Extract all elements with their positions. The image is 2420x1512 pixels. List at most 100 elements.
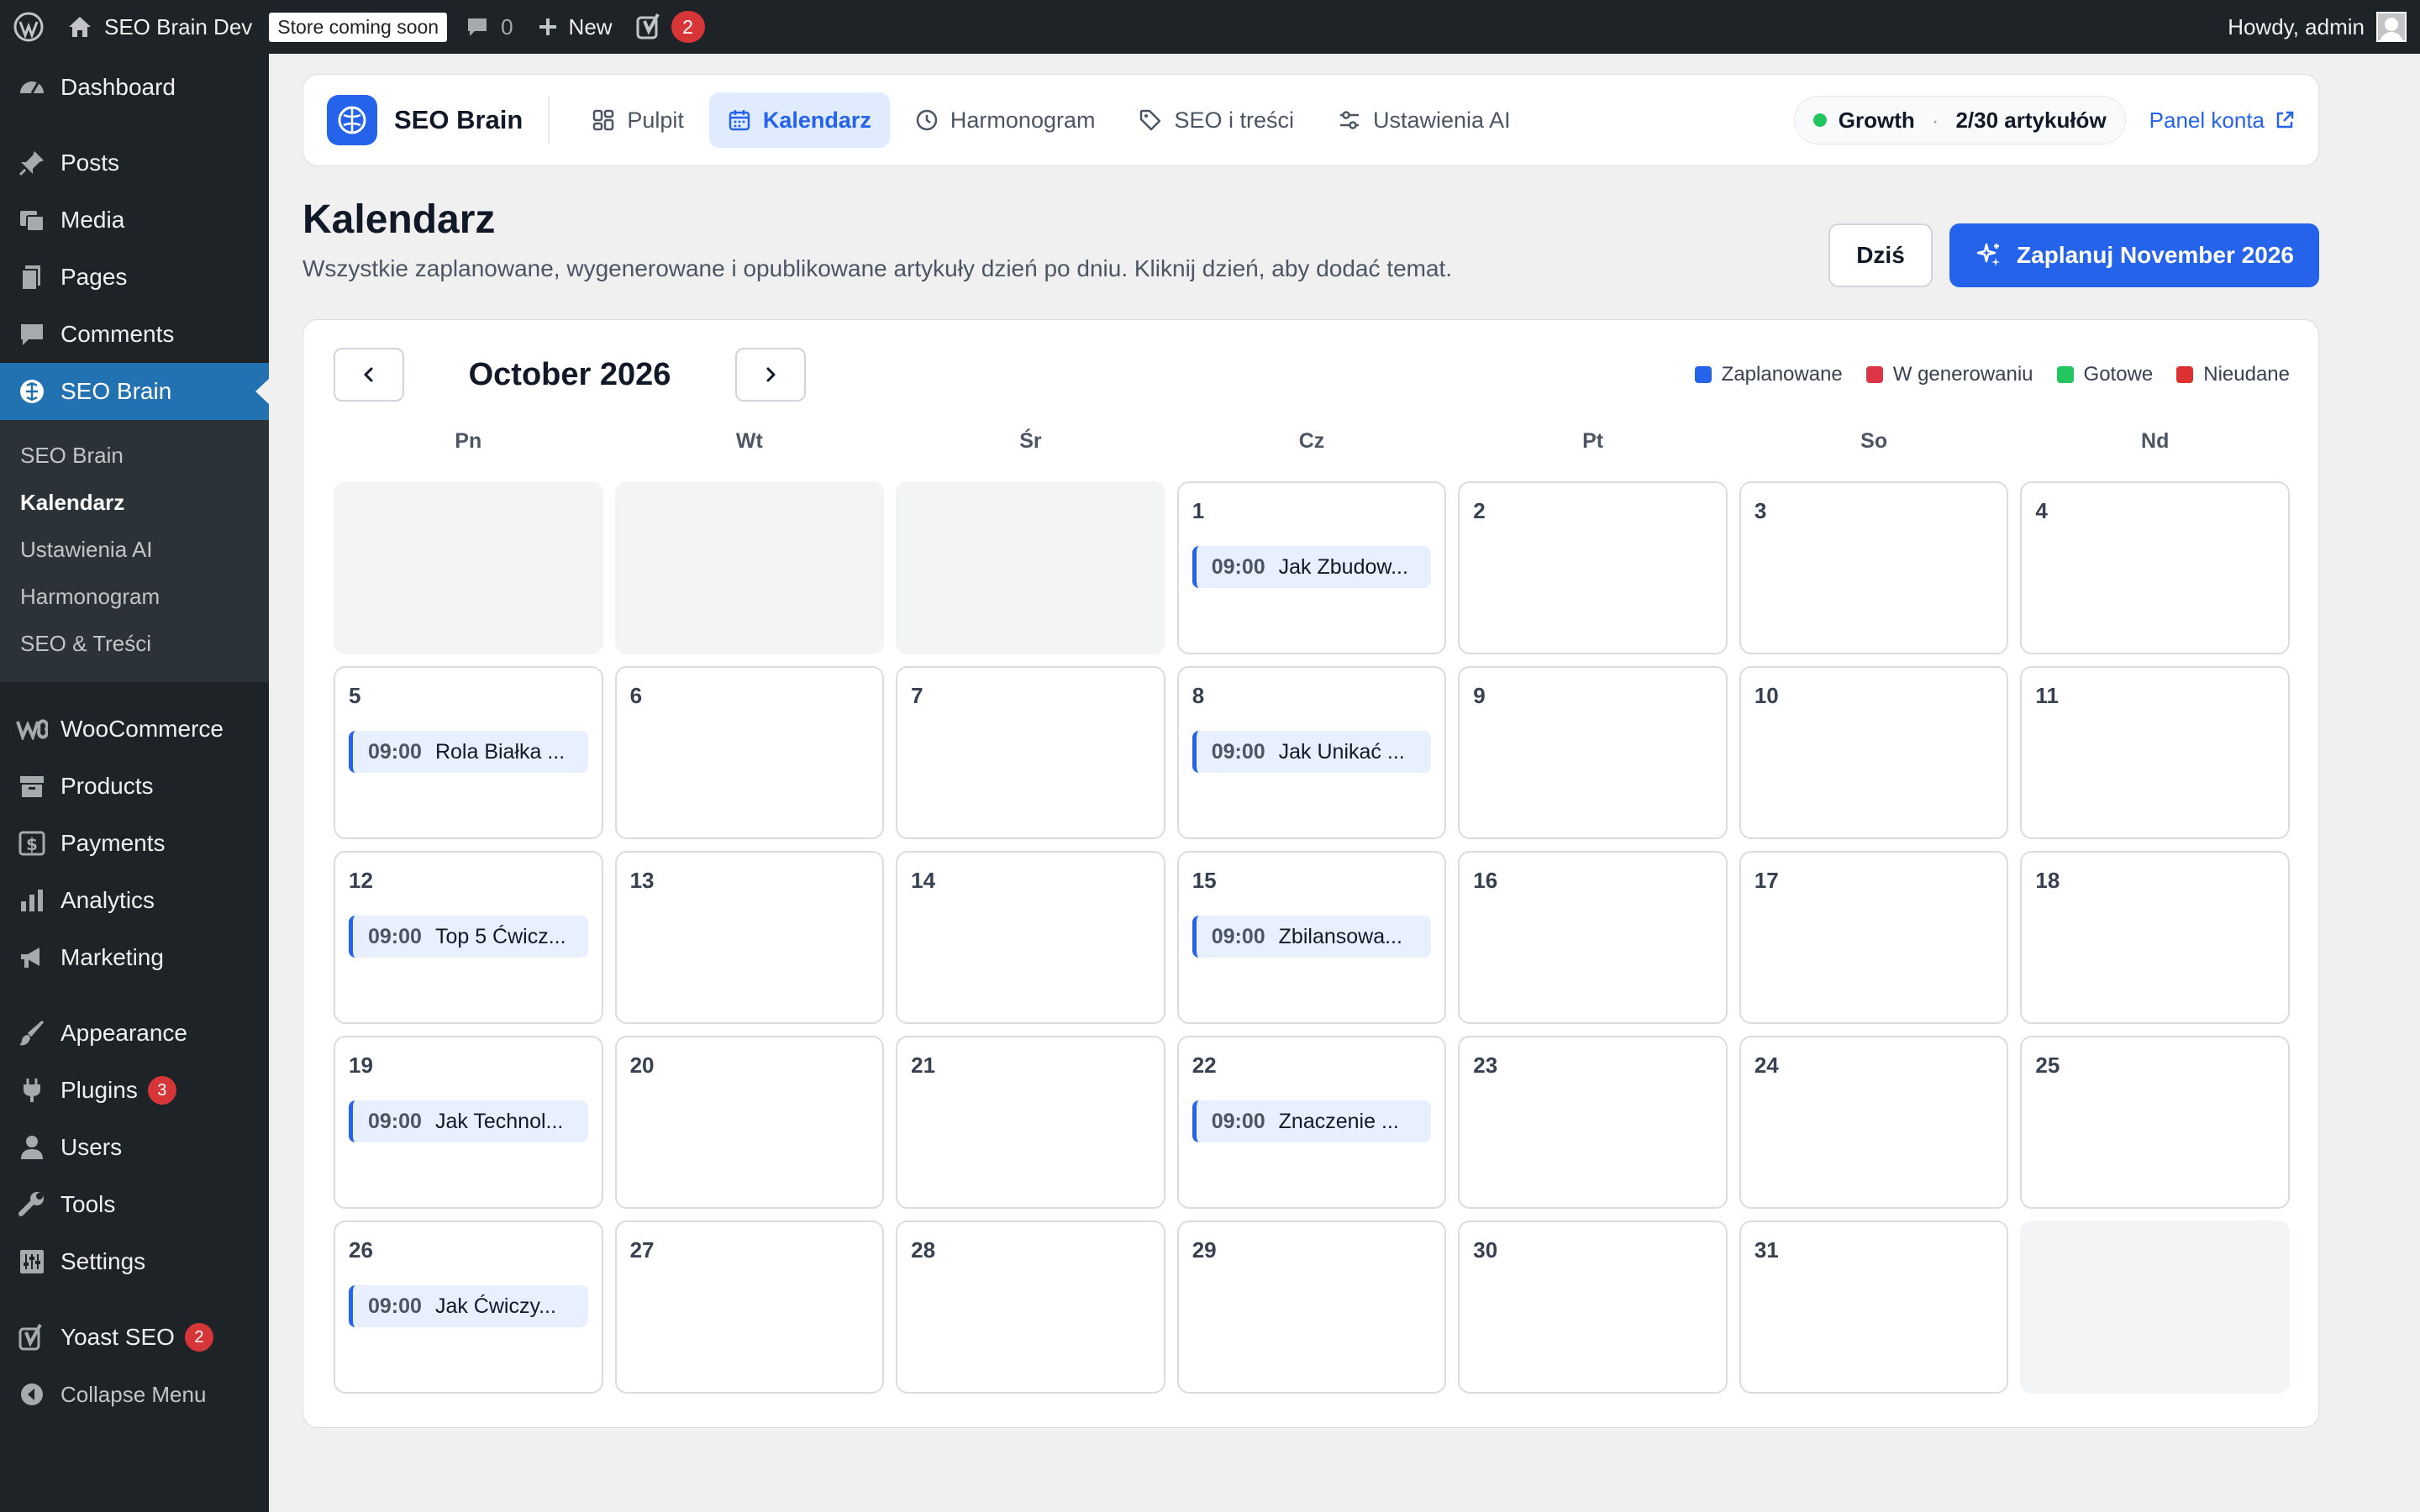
menu-users[interactable]: Users	[0, 1119, 269, 1176]
calendar-day-cell[interactable]: 8 09:00 Jak Unikać ...	[1176, 666, 1447, 839]
yoast-link[interactable]: 2	[624, 0, 717, 54]
menu-label: Comments	[60, 321, 175, 347]
menu-analytics[interactable]: Analytics	[0, 872, 269, 929]
calendar-day-cell[interactable]: 23	[1458, 1036, 1728, 1209]
menu-payments[interactable]: $ Payments	[0, 815, 269, 872]
calendar-event[interactable]: 09:00 Jak Unikać ...	[1192, 731, 1432, 773]
calendar-day-cell[interactable]: 5 09:00 Rola Białka ...	[334, 666, 603, 839]
schedule-month-button[interactable]: Zaplanuj November 2026	[1949, 223, 2319, 287]
menu-media[interactable]: Media	[0, 192, 269, 249]
collapse-menu-button[interactable]: Collapse Menu	[0, 1366, 269, 1423]
wordpress-logo-icon[interactable]	[2, 0, 55, 54]
tab-harmonogram[interactable]: Harmonogram	[897, 92, 1114, 148]
legend-failed: Nieudane	[2176, 363, 2290, 386]
site-name-link[interactable]: SEO Brain Dev	[55, 0, 264, 54]
menu-seo-brain[interactable]: SEO Brain	[0, 363, 269, 420]
collapse-icon	[0, 1382, 60, 1407]
calendar-day-cell[interactable]: 30	[1458, 1221, 1728, 1394]
calendar-day-cell[interactable]: 24	[1739, 1036, 2009, 1209]
new-content-link[interactable]: New	[525, 0, 624, 54]
event-time: 09:00	[368, 1109, 422, 1133]
calendar-day-cell[interactable]: 13	[614, 851, 885, 1024]
account-panel-link[interactable]: Panel konta	[2149, 108, 2295, 134]
calendar-day-cell[interactable]: 22 09:00 Znaczenie ...	[1176, 1036, 1447, 1209]
calendar-day-cell[interactable]: 12 09:00 Top 5 Ćwicz...	[334, 851, 603, 1024]
calendar-day-cell[interactable]: 14	[896, 851, 1165, 1024]
main-content: SEO Brain Pulpit Kalendarz Harmonogram S…	[269, 54, 2420, 1512]
menu-pages[interactable]: Pages	[0, 249, 269, 306]
menu-dashboard[interactable]: Dashboard	[0, 59, 269, 116]
calendar-day-cell[interactable]: 16	[1458, 851, 1728, 1024]
menu-settings[interactable]: Settings	[0, 1233, 269, 1290]
tab-pulpit[interactable]: Pulpit	[573, 92, 702, 148]
calendar-event[interactable]: 09:00 Rola Białka ...	[349, 731, 588, 773]
menu-yoast-seo[interactable]: Yoast SEO 2	[0, 1309, 269, 1366]
calendar-day-cell[interactable]: 6	[614, 666, 885, 839]
calendar-day-cell[interactable]: 3	[1739, 481, 2009, 654]
calendar-day-cell[interactable]: 26 09:00 Jak Ćwiczy...	[334, 1221, 603, 1394]
store-coming-soon-badge[interactable]: Store coming soon	[269, 12, 448, 42]
weekday-label: Nd	[2141, 429, 2170, 453]
tab-kalendarz[interactable]: Kalendarz	[708, 92, 890, 148]
submenu-seo-brain[interactable]: SEO Brain	[0, 432, 269, 479]
calendar-day-cell[interactable]: 9	[1458, 666, 1728, 839]
calendar-event[interactable]: 09:00 Top 5 Ćwicz...	[349, 916, 588, 958]
calendar-event[interactable]: 09:00 Zbilansowa...	[1192, 916, 1432, 958]
menu-appearance[interactable]: Appearance	[0, 1005, 269, 1062]
menu-tools[interactable]: Tools	[0, 1176, 269, 1233]
day-number: 10	[1754, 683, 1779, 708]
calendar-day-cell[interactable]: 1 09:00 Jak Zbudow...	[1176, 481, 1447, 654]
day-number: 13	[629, 868, 655, 893]
calendar-day-cell[interactable]: 7	[896, 666, 1165, 839]
calendar-day-cell[interactable]: 25	[2020, 1036, 2290, 1209]
menu-products[interactable]: Products	[0, 758, 269, 815]
calendar-day-cell[interactable]: 27	[614, 1221, 885, 1394]
legend-swatch	[1865, 366, 1883, 383]
tab-seo-i-tresci[interactable]: SEO i treści	[1120, 92, 1313, 148]
prev-month-button[interactable]	[334, 348, 404, 402]
calendar-day-cell[interactable]: 15 09:00 Zbilansowa...	[1176, 851, 1447, 1024]
comments-link[interactable]: 0	[454, 0, 524, 54]
menu-woocommerce[interactable]: WooCommerce	[0, 701, 269, 758]
day-number: 29	[1192, 1237, 1217, 1263]
day-number: 27	[629, 1237, 655, 1263]
brand[interactable]: SEO Brain	[327, 95, 523, 145]
calendar-day-cell[interactable]: 18	[2020, 851, 2290, 1024]
day-number: 20	[629, 1053, 655, 1078]
calendar-day-cell[interactable]: 11	[2020, 666, 2290, 839]
calendar-event[interactable]: 09:00 Jak Technol...	[349, 1100, 588, 1142]
calendar-day-cell[interactable]: 20	[614, 1036, 885, 1209]
today-button[interactable]: Dziś	[1828, 223, 1933, 287]
calendar-day-cell[interactable]: 21	[896, 1036, 1165, 1209]
next-month-button[interactable]	[735, 348, 806, 402]
tab-ustawienia-ai[interactable]: Ustawienia AI	[1319, 92, 1529, 148]
calendar-event[interactable]: 09:00 Znaczenie ...	[1192, 1100, 1432, 1142]
calendar-event[interactable]: 09:00 Jak Zbudow...	[1192, 546, 1432, 588]
menu-posts[interactable]: Posts	[0, 134, 269, 192]
dollar-icon: $	[0, 829, 60, 858]
calendar-day-cell[interactable]: 28	[896, 1221, 1165, 1394]
submenu-harmonogram[interactable]: Harmonogram	[0, 573, 269, 620]
calendar-day-cell[interactable]: 31	[1739, 1221, 2009, 1394]
menu-marketing[interactable]: Marketing	[0, 929, 269, 986]
submenu-seo-tresci[interactable]: SEO & Treści	[0, 620, 269, 667]
my-account[interactable]: Howdy, admin	[2228, 12, 2420, 42]
calendar-day-cell[interactable]: 19 09:00 Jak Technol...	[334, 1036, 603, 1209]
day-number: 15	[1192, 868, 1217, 893]
calendar-day-cell[interactable]: 2	[1458, 481, 1728, 654]
calendar-day-cell[interactable]: 4	[2020, 481, 2290, 654]
plan-name: Growth	[1838, 107, 1915, 133]
seo-brain-submenu: SEO Brain Kalendarz Ustawienia AI Harmon…	[0, 420, 269, 682]
calendar-day-cell[interactable]: 29	[1176, 1221, 1447, 1394]
calendar-empty-cell	[2020, 1221, 2290, 1394]
menu-plugins[interactable]: Plugins 3	[0, 1062, 269, 1119]
calendar-day-cell[interactable]: 10	[1739, 666, 2009, 839]
menu-comments[interactable]: Comments	[0, 306, 269, 363]
calendar-event[interactable]: 09:00 Jak Ćwiczy...	[349, 1285, 588, 1327]
greeting: Howdy, admin	[2228, 13, 2365, 39]
submenu-kalendarz[interactable]: Kalendarz	[0, 479, 269, 526]
submenu-ustawienia-ai[interactable]: Ustawienia AI	[0, 526, 269, 573]
pin-icon	[0, 149, 60, 177]
calendar-day-cell[interactable]: 17	[1739, 851, 2009, 1024]
sparkles-icon	[1976, 243, 2001, 266]
